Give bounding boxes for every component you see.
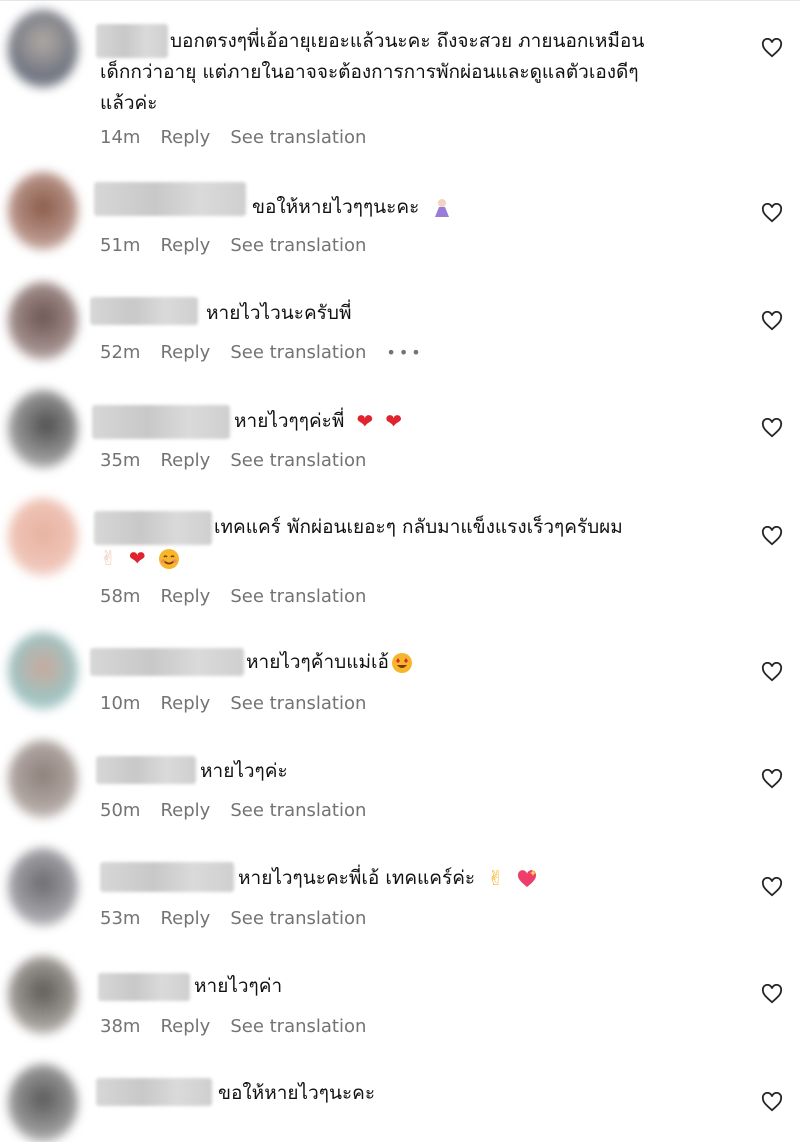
comment-text-line: หายไวๆนะคะพี่เอ้ เทคแคร์ค่ะ [238, 867, 476, 889]
timestamp: 10m [100, 693, 141, 714]
avatar[interactable] [8, 632, 78, 710]
username-blurred[interactable] [96, 1078, 212, 1106]
comment-text: หายไวไวนะครับพี่ [206, 298, 351, 329]
avatar[interactable] [8, 390, 78, 468]
comment-text-line: หายไวๆค่า [194, 975, 283, 997]
timestamp: 14m [100, 127, 141, 148]
comment-text-line: หายไวไวนะครับพี่ [206, 302, 352, 324]
username-blurred[interactable] [100, 862, 234, 892]
comment-meta: 50m Reply See translation [100, 800, 386, 821]
username-blurred[interactable] [96, 756, 196, 784]
username-blurred[interactable] [94, 511, 212, 545]
avatar[interactable] [8, 498, 78, 576]
divider-line [0, 0, 800, 1]
like-heart-icon[interactable] [761, 203, 783, 223]
reply-button[interactable]: Reply [160, 450, 210, 471]
comment-emoji-line: ✌ ❤ [100, 543, 180, 574]
reply-button[interactable]: Reply [160, 800, 210, 821]
avatar[interactable] [8, 740, 78, 818]
comment-text: เทคแคร์ พักผ่อนเยอะๆ กลับมาแข็งแรงเร็วๆค… [214, 512, 623, 543]
peace-hand-emoji: ✌ [100, 546, 117, 570]
timestamp: 58m [100, 586, 141, 607]
see-translation-link[interactable]: See translation [230, 127, 366, 148]
comment-text: หายไวๆค่ะ [200, 756, 288, 787]
like-heart-icon[interactable] [761, 769, 783, 789]
comment-meta: 52m Reply See translation ••• [100, 342, 444, 363]
reply-button[interactable]: Reply [160, 586, 210, 607]
comment-text: ขอให้หายไวๆๆนะคะ [252, 192, 453, 223]
like-heart-icon[interactable] [761, 1092, 783, 1112]
like-heart-icon[interactable] [761, 662, 783, 682]
reply-button[interactable]: Reply [160, 235, 210, 256]
username-blurred[interactable] [98, 973, 190, 1001]
like-heart-icon[interactable] [761, 311, 783, 331]
comment-text-line: เทคแคร์ พักผ่อนเยอะๆ กลับมาแข็งแรงเร็วๆค… [214, 516, 623, 538]
see-translation-link[interactable]: See translation [230, 908, 366, 929]
see-translation-link[interactable]: See translation [230, 1016, 366, 1037]
see-translation-link[interactable]: See translation [230, 693, 366, 714]
bow-emoji-icon [435, 198, 450, 217]
comment-text-line: ขอให้หายไวๆๆนะคะ [252, 196, 420, 218]
victory-hand-emoji: ✌ [487, 866, 504, 890]
comment-text: บอกตรงๆพี่เอ้อายุเยอะแล้วนะคะ ถึงจะสวย ภ… [100, 26, 740, 119]
comment-text-line: หายไวๆค่ะ [200, 760, 288, 782]
username-blurred[interactable] [92, 405, 230, 439]
reply-button[interactable]: Reply [160, 127, 210, 148]
timestamp: 50m [100, 800, 141, 821]
comment-text-line: ขอให้หายไวๆนะคะ [218, 1082, 376, 1104]
reply-button[interactable]: Reply [160, 908, 210, 929]
timestamp: 53m [100, 908, 141, 929]
timestamp: 38m [100, 1016, 141, 1037]
comment-text-line: หายไวๆๆค่ะพี่ [234, 410, 345, 432]
comment-text: หายไวๆๆค่ะพี่ ❤ ❤ [234, 406, 402, 437]
comment-text-line: หายไวๆค้าบแม่เอ้ [246, 651, 389, 673]
reply-button[interactable]: Reply [160, 342, 210, 363]
reply-button[interactable]: Reply [160, 693, 210, 714]
avatar[interactable] [8, 956, 78, 1034]
smiling-face-emoji [158, 548, 179, 569]
comment-meta: 10m Reply See translation [100, 693, 386, 714]
comment-meta: 51m Reply See translation [100, 235, 386, 256]
timestamp: 51m [100, 235, 141, 256]
like-heart-icon[interactable] [761, 984, 783, 1004]
like-heart-icon[interactable] [761, 38, 783, 58]
like-heart-icon[interactable] [761, 418, 783, 438]
timestamp: 52m [100, 342, 141, 363]
avatar[interactable] [8, 172, 78, 250]
comment-text: หายไวๆนะคะพี่เอ้ เทคแคร์ค่ะ ✌ [238, 863, 538, 894]
see-translation-link[interactable]: See translation [230, 450, 366, 471]
reply-button[interactable]: Reply [160, 1016, 210, 1037]
comment-meta: 14m Reply See translation [100, 127, 386, 148]
username-blurred[interactable] [90, 648, 244, 676]
red-heart-emoji: ❤ [128, 546, 146, 570]
comment-text: หายไวๆค่า [194, 971, 282, 1002]
avatar[interactable] [8, 10, 78, 88]
username-blurred[interactable] [90, 297, 198, 325]
comment-text-line: บอกตรงๆพี่เอ้อายุเยอะแล้วนะคะ ถึงจะสวย ภ… [170, 30, 645, 52]
see-translation-link[interactable]: See translation [230, 586, 366, 607]
avatar[interactable] [8, 848, 78, 926]
red-heart-emoji: ❤ [356, 409, 374, 433]
comment-meta: 53m Reply See translation [100, 908, 386, 929]
heart-eyes-emoji [391, 652, 412, 673]
avatar[interactable] [8, 1064, 78, 1142]
username-blurred[interactable] [94, 182, 246, 216]
comment-text-line: เด็กกว่าอายุ แต่ภายในอาจจะต้องการการพักผ… [100, 61, 639, 83]
see-translation-link[interactable]: See translation [230, 800, 366, 821]
like-heart-icon[interactable] [761, 877, 783, 897]
sparkling-heart-emoji [517, 869, 537, 887]
comment-text: หายไวๆค้าบแม่เอ้ [246, 647, 413, 678]
see-translation-link[interactable]: See translation [230, 235, 366, 256]
timestamp: 35m [100, 450, 141, 471]
avatar[interactable] [8, 282, 78, 360]
comment-meta: 35m Reply See translation [100, 450, 386, 471]
comment-text: ขอให้หายไวๆนะคะ [218, 1078, 375, 1109]
comment-meta: 58m Reply See translation [100, 586, 386, 607]
red-heart-emoji: ❤ [385, 409, 403, 433]
comment-meta: 38m Reply See translation [100, 1016, 386, 1037]
comment-text-line: แล้วค่ะ [100, 92, 158, 114]
see-translation-link[interactable]: See translation [230, 342, 366, 363]
more-options-button[interactable]: ••• [386, 343, 423, 362]
like-heart-icon[interactable] [761, 526, 783, 546]
